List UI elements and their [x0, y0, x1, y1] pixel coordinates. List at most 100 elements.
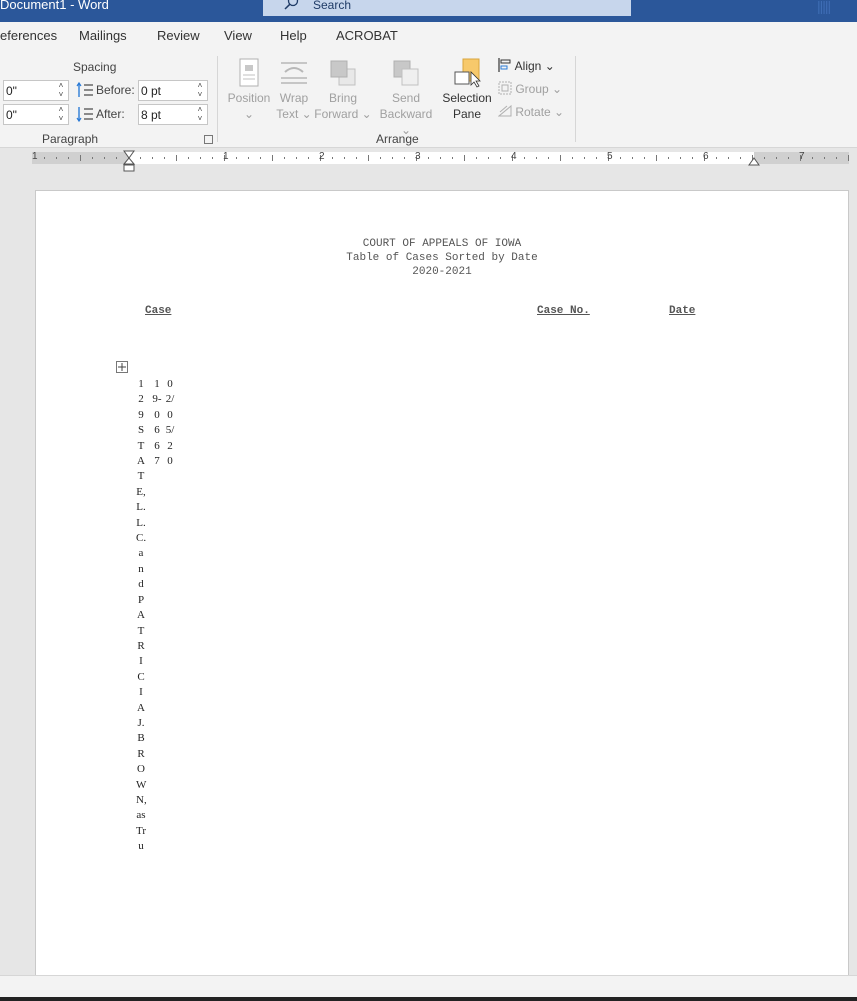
- ruler-tick: [848, 155, 849, 161]
- ruler-tick: [440, 157, 441, 159]
- ruler-tick: [272, 155, 273, 161]
- bring-forward-button[interactable]: Bring Forward ⌄: [314, 58, 372, 122]
- group-label: Group ⌄: [515, 82, 563, 96]
- ruler-tick: [740, 157, 741, 159]
- wrap-text-button[interactable]: Wrap Text ⌄: [274, 58, 314, 122]
- bring-forward-icon: [330, 60, 356, 86]
- table-move-handle-icon[interactable]: [116, 361, 128, 373]
- ruler-tick: [116, 157, 117, 159]
- ruler-tick: [500, 157, 501, 159]
- spinner-arrows-icon[interactable]: ˄ ˅: [195, 105, 205, 124]
- ruler-number: 3: [415, 151, 421, 162]
- paragraph-dialog-launcher-icon[interactable]: [204, 135, 213, 144]
- wrap-text-label: Wrap: [279, 91, 309, 105]
- ruler-tick: [428, 157, 429, 159]
- indent-left-spinner[interactable]: 0" ˄ ˅: [3, 80, 69, 101]
- ruler-tick: [248, 157, 249, 159]
- position-icon: [239, 58, 259, 87]
- rotate-button[interactable]: Rotate ⌄: [497, 104, 565, 119]
- pen-decoration-icon: |||||: [817, 0, 831, 14]
- ruler-tick: [296, 157, 297, 159]
- ruler-number: 4: [511, 151, 517, 162]
- ruler-tick: [356, 157, 357, 159]
- selection-pane-icon: [454, 58, 481, 88]
- ruler-tick: [332, 157, 333, 159]
- ruler-number: 1: [223, 151, 229, 162]
- term-heading: 2020-2021: [412, 266, 472, 278]
- ruler-tick: [668, 157, 669, 159]
- ruler-tick: [776, 157, 777, 159]
- ruler-tick: [200, 157, 201, 159]
- arrange-group-label: Arrange: [376, 132, 419, 146]
- ruler-tick: [632, 157, 633, 159]
- ruler-tick: [152, 157, 153, 159]
- spacing-before-spinner[interactable]: 0 pt ˄ ˅: [138, 80, 208, 101]
- document-page[interactable]: COURT OF APPEALS OF IOWA Table of Cases …: [35, 190, 849, 990]
- search-box[interactable]: Search: [263, 0, 631, 16]
- ruler-tick: [812, 157, 813, 159]
- position-label: Position: [227, 91, 271, 105]
- ruler-tick: [404, 157, 405, 159]
- search-placeholder: Search: [313, 0, 352, 12]
- ruler-tick: [452, 157, 453, 159]
- wrap-text-icon: [281, 62, 307, 84]
- selection-pane-button[interactable]: Selection Pane: [440, 58, 494, 122]
- spacing-after-spinner[interactable]: 8 pt ˄ ˅: [138, 104, 208, 125]
- group-divider: [217, 56, 218, 142]
- first-line-indent-marker-icon[interactable]: [123, 150, 135, 172]
- table-cell-case-name[interactable]: 129STATE,L.L.C.andPATRICIAJ.BROWN,asTru: [136, 377, 147, 855]
- ruler-number: 7: [799, 151, 805, 162]
- horizontal-ruler[interactable]: 1 1 2 3 4 5 6 7: [0, 148, 857, 172]
- ribbon: Spacing 0" ˄ ˅ 0" ˄ ˅ Before: 0 pt ˄ ˅ Afte…: [0, 50, 857, 148]
- ruler-tick: [68, 157, 69, 159]
- ruler-tick: [560, 155, 561, 161]
- ruler-tick: [344, 157, 345, 159]
- tab-references[interactable]: eferences: [0, 28, 57, 43]
- align-label: Align ⌄: [514, 59, 555, 73]
- spacing-before-icon: [76, 81, 93, 97]
- indent-right-spinner[interactable]: 0" ˄ ˅: [3, 104, 69, 125]
- ruler-number: 2: [319, 151, 325, 162]
- paragraph-group-label: Paragraph: [42, 132, 99, 146]
- send-backward-icon: [393, 60, 419, 86]
- tab-review[interactable]: Review: [157, 28, 200, 43]
- group-button[interactable]: Group ⌄: [498, 81, 562, 96]
- right-indent-marker-icon[interactable]: [748, 156, 760, 166]
- table-cell-date[interactable]: 02/05/20: [165, 377, 175, 469]
- ruler-tick: [104, 157, 105, 159]
- ruler-tick: [548, 157, 549, 159]
- tab-help[interactable]: Help: [280, 28, 307, 43]
- rotate-label: Rotate ⌄: [515, 105, 565, 119]
- ruler-tick: [488, 157, 489, 159]
- column-header-case: Case: [145, 305, 172, 317]
- ruler-tick: [260, 157, 261, 159]
- position-button[interactable]: Position ⌄: [224, 58, 274, 122]
- ruler-tick: [140, 157, 141, 159]
- tab-acrobat[interactable]: ACROBAT: [336, 28, 398, 43]
- ruler-tick: [44, 157, 45, 159]
- ruler-tick: [728, 157, 729, 159]
- ruler-tick: [764, 157, 765, 159]
- ruler-tick: [392, 157, 393, 159]
- send-backward-button[interactable]: Send Backward ⌄: [374, 58, 438, 138]
- spinner-arrows-icon[interactable]: ˄ ˅: [195, 81, 205, 100]
- bring-forward-label: Bring: [328, 91, 357, 105]
- ruler-tick: [188, 157, 189, 159]
- ruler-tick: [80, 155, 81, 161]
- after-label: After:: [96, 107, 125, 121]
- ruler-tick: [716, 157, 717, 159]
- tab-view[interactable]: View: [224, 28, 252, 43]
- column-header-case-no: Case No.: [537, 305, 590, 317]
- table-cell-case-number[interactable]: 19-0667: [152, 377, 162, 469]
- rotate-icon: [497, 104, 512, 117]
- ruler-tick: [572, 157, 573, 159]
- ribbon-tabs: eferences Mailings Review View Help ACRO…: [0, 22, 857, 50]
- ruler-tick: [308, 157, 309, 159]
- tab-mailings[interactable]: Mailings: [79, 28, 127, 43]
- spinner-arrows-icon[interactable]: ˄ ˅: [56, 105, 66, 124]
- ruler-tick: [536, 157, 537, 159]
- align-button[interactable]: Align ⌄: [498, 58, 555, 73]
- spinner-arrows-icon[interactable]: ˄ ˅: [56, 81, 66, 100]
- selection-pane-label: Selection: [442, 91, 492, 105]
- ruler-tick: [788, 157, 789, 159]
